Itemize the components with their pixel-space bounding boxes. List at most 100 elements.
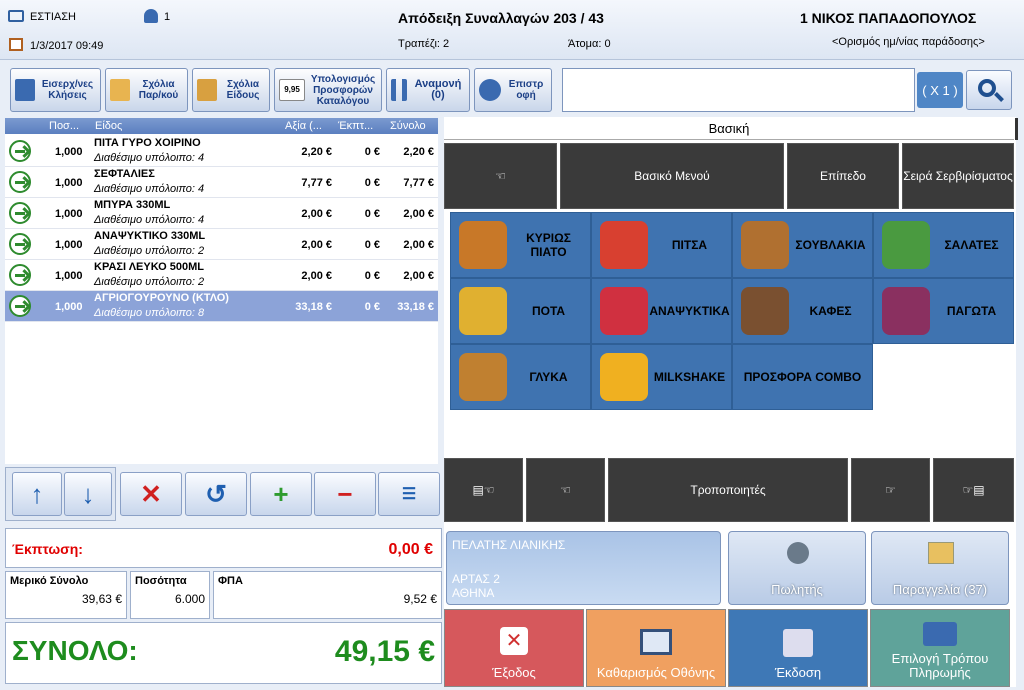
seller-button[interactable]: Πωλητής [728,531,866,605]
incoming-calls-button[interactable]: Εισερχ/νες Κλήσεις [10,68,101,112]
col-item[interactable]: Είδος [95,120,122,132]
serving-order-button[interactable]: Σειρά Σερβιρίσματος [902,143,1014,209]
row-stock: Διαθέσιμο υπόλοιπο: 2 [94,276,205,288]
category-button[interactable]: ΠΙΤΣΑ [591,212,732,278]
category-button[interactable]: ΚΑΦΕΣ [732,278,873,344]
move-up-button[interactable]: ↑ [12,472,62,516]
price-tag-icon: 9,95 [279,79,305,101]
arrow-right-icon[interactable] [9,171,31,193]
arrow-right-icon[interactable] [9,233,31,255]
col-qty[interactable]: Ποσ... [49,120,79,132]
table-label[interactable]: Τραπέζι: 2 [398,38,449,50]
phone-icon [15,79,35,101]
row-qty: 1,000 [55,177,83,189]
increase-button[interactable]: + [250,472,312,516]
persons-label[interactable]: Άτομα: 0 [568,38,611,50]
arrow-right-icon[interactable] [9,264,31,286]
category-button[interactable]: ΠΡΟΣΦΟΡΑ COMBO [732,344,873,410]
discount-label: Έκπτωση: [12,541,83,557]
scrollbar[interactable] [1015,118,1021,140]
row-qty: 1,000 [55,146,83,158]
item-comments-button[interactable]: Σχόλια Είδους [192,68,270,112]
payment-method-button[interactable]: Επιλογή Τρόπου Πληρωμής [870,609,1010,687]
calculate-offers-button[interactable]: 9,95 Υπολογισμός Προσφορών Καταλόγου [274,68,382,112]
arrow-right-icon[interactable] [9,202,31,224]
customer-comments-button[interactable]: Σχόλια Παρ/κού [105,68,188,112]
datetime: 1/3/2017 09:49 [30,40,104,52]
clear-screen-button[interactable]: Καθαρισμός Οθόνης [586,609,726,687]
seller-label: Πωλητής [771,582,823,597]
row-discount: 0 € [364,208,380,220]
modifiers-button[interactable]: Τροποποιητές [608,458,848,522]
category-button[interactable]: ΠΑΓΩΤΑ [873,278,1014,344]
category-image [459,221,507,269]
user-count: 1 [164,11,171,23]
modifier-next-button[interactable]: ☞ [851,458,930,522]
category-button[interactable]: ΑΝΑΨΥΚΤΙΚΑ [591,278,732,344]
table-row[interactable]: 1,000 ΑΝΑΨΥΚΤΙΚΟ 330ML Διαθέσιμο υπόλοιπ… [5,229,438,260]
payment-label: Επιλογή Τρόπου Πληρωμής [891,651,989,680]
category-button[interactable]: ΚΥΡΙΩΣ ΠΙΑΤΟ [450,212,591,278]
tab-basic[interactable]: Βασική [444,118,1014,140]
category-label: ΠΟΤΑ [531,304,566,318]
row-value: 7,77 € [301,177,332,189]
col-discount[interactable]: Έκπτ... [338,120,373,132]
back-button[interactable]: ☜ [444,143,557,209]
customer-city: ΑΘΗΝΑ [452,586,495,600]
decrease-button[interactable]: − [314,472,376,516]
col-value[interactable]: Αξία (... [285,120,322,132]
category-button[interactable]: MILKSHAKE [591,344,732,410]
arrow-right-icon[interactable] [9,295,31,317]
line-options-button[interactable]: ☰ [378,472,440,516]
customer-card[interactable]: ΠΕΛΑΤΗΣ ΛΙΑΝΙΚΗΣ ΑΡΤΑΣ 2 ΑΘΗΝΑ [446,531,721,605]
multiplier-button[interactable]: ( X 1 ) [917,72,963,108]
row-stock: Διαθέσιμο υπόλοιπο: 4 [94,183,205,195]
table-row[interactable]: 1,000 ΣΕΦΤΑΛΙΕΣ Διαθέσιμο υπόλοιπο: 4 7,… [5,167,438,198]
discount-panel[interactable]: Έκπτωση: 0,00 € [5,528,442,568]
table-row[interactable]: 1,000 ΑΓΡΙΟΓΟΥΡΟΥΝΟ (ΚΤΛΟ) Διαθέσιμο υπό… [5,291,438,322]
row-item: ΑΓΡΙΟΓΟΥΡΟΥΝΟ (ΚΤΛΟ) [94,292,229,304]
subtotal-panel: Μερικό Σύνολο 39,63 € [5,571,127,619]
row-discount: 0 € [364,270,380,282]
arrow-right-icon[interactable] [9,140,31,162]
delivery-date[interactable]: <Ορισμός ημ/νίας παράδοσης> [832,36,985,48]
category-button[interactable]: ΣΟΥΒΛΑΚΙΑ [732,212,873,278]
exit-button[interactable]: ✕ Έξοδος [444,609,584,687]
vat-value: 9,52 € [403,592,437,606]
issue-button[interactable]: Έκδοση [728,609,868,687]
delete-line-button[interactable]: ✕ [120,472,182,516]
row-total: 2,20 € [403,146,434,158]
folder-icon [110,79,130,101]
search-button[interactable] [966,70,1012,110]
row-qty: 1,000 [55,301,83,313]
search-input[interactable] [562,68,915,112]
orders-button[interactable]: Παραγγελία (37) [871,531,1009,605]
modifier-prev-button[interactable]: ☜ [526,458,605,522]
hold-button[interactable]: Αναμονή (0) [386,68,470,112]
discount-value: 0,00 € [388,541,433,558]
cashier-name[interactable]: 1 ΝΙΚΟΣ ΠΑΠΑΔΟΠΟΥΛΟΣ [800,10,976,26]
exit-label: Έξοδος [492,665,536,680]
move-down-button[interactable]: ↓ [64,472,112,516]
modifier-prev-page-button[interactable]: ▤☜ [444,458,523,522]
quantity-panel: Ποσότητα 6.000 [130,571,210,619]
category-image [882,221,930,269]
row-discount: 0 € [364,146,380,158]
quantity-label: Ποσότητα [135,575,187,587]
level-button[interactable]: Επίπεδο [787,143,899,209]
category-button[interactable]: ΠΟΤΑ [450,278,591,344]
category-button[interactable]: ΓΛΥΚΑ [450,344,591,410]
row-qty: 1,000 [55,239,83,251]
refresh-button[interactable]: ↺ [185,472,247,516]
category-label: ΠΡΟΣΦΟΡΑ COMBO [743,370,862,384]
col-total[interactable]: Σύνολο [390,120,426,132]
category-button[interactable]: ΣΑΛΑΤΕΣ [873,212,1014,278]
table-row[interactable]: 1,000 ΚΡΑΣΙ ΛΕΥΚΟ 500ML Διαθέσιμο υπόλοι… [5,260,438,291]
table-row[interactable]: 1,000 ΜΠΥΡΑ 330ML Διαθέσιμο υπόλοιπο: 4 … [5,198,438,229]
category-label: ΓΛΥΚΑ [529,370,568,384]
modifier-next-page-button[interactable]: ☞▤ [933,458,1014,522]
main-menu-button[interactable]: Βασικό Μενού [560,143,784,209]
return-button[interactable]: Επιστρ οφή [474,68,552,112]
table-row[interactable]: 1,000 ΠΙΤΑ ΓΥΡΟ ΧΟΙΡΙΝΟ Διαθέσιμο υπόλοι… [5,136,438,167]
row-total: 2,00 € [403,239,434,251]
